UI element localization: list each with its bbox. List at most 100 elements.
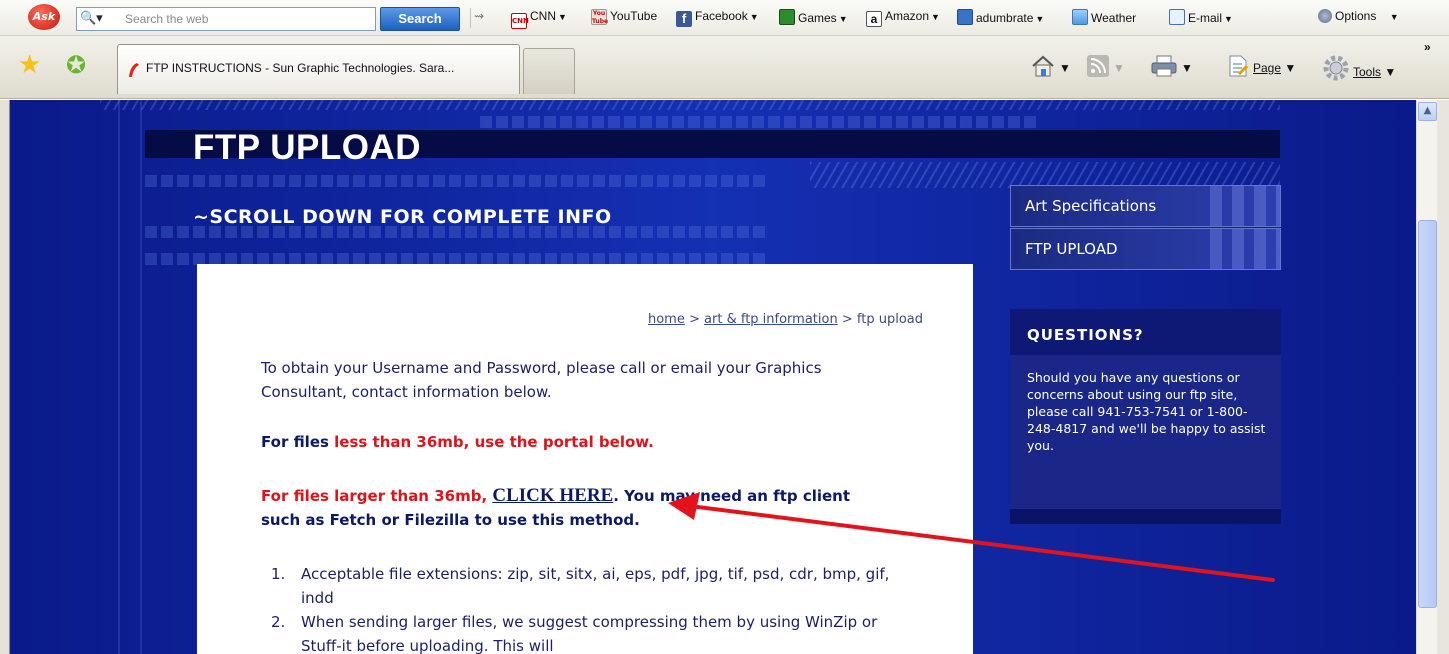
ask-logo-icon[interactable]: Ask xyxy=(28,4,60,30)
site-favicon-icon xyxy=(129,63,139,77)
tools-gear-icon xyxy=(1323,55,1349,81)
quicklink-label: Amazon xyxy=(885,9,930,23)
options-label: Options xyxy=(1335,9,1377,23)
questions-box: QUESTIONS? Should you have any questions… xyxy=(1010,309,1281,524)
nav-item-label: Art Specifications xyxy=(1025,197,1157,215)
content-panel: home > art & ftp information > ftp uploa… xyxy=(197,264,973,654)
quicklink-youtube[interactable]: You Tube YouTube xyxy=(591,9,657,25)
questions-footer xyxy=(1010,509,1281,524)
chevron-down-icon: ▼ xyxy=(1059,61,1071,75)
amazon-icon: a xyxy=(866,11,882,27)
breadcrumb-current: ftp upload xyxy=(856,312,923,327)
home-button[interactable]: ▼ xyxy=(1030,54,1071,78)
nav-item-art-specifications[interactable]: Art Specifications xyxy=(1010,185,1281,227)
chevron-down-icon: ▼ xyxy=(558,12,567,22)
window-frame-left xyxy=(0,100,10,654)
page-menu-label: Page xyxy=(1253,61,1282,75)
decor-stripe xyxy=(480,116,1040,128)
breadcrumb-separator: > xyxy=(841,312,853,327)
youtube-icon: You Tube xyxy=(591,9,609,25)
small-files-note: For files less than 36mb, use the portal… xyxy=(261,430,891,454)
quicklink-label: CNN xyxy=(530,9,556,23)
search-placeholder: Search the web xyxy=(125,12,209,26)
facebook-icon: f xyxy=(676,11,692,27)
breadcrumb-home-link[interactable]: home xyxy=(648,312,685,327)
nav-item-label: FTP UPLOAD xyxy=(1025,240,1118,258)
intro-paragraph: To obtain your Username and Password, pl… xyxy=(261,359,822,401)
breadcrumb-section-link[interactable]: art & ftp information xyxy=(704,312,838,327)
page-title: FTP UPLOAD xyxy=(193,128,421,167)
quicklink-games[interactable]: Games ▼ xyxy=(779,9,848,25)
click-here-link[interactable]: CLICK HERE xyxy=(492,485,613,506)
quicklink-label: Facebook xyxy=(695,9,748,23)
scrollbar-thumb[interactable] xyxy=(1418,220,1437,608)
large-files-lead: For files larger than 36mb, xyxy=(261,487,493,505)
ask-toolbar: Ask 🔍▾ Search the web Search ⇝ CNNCNN ▼ Y… xyxy=(0,0,1449,36)
search-icon[interactable]: 🔍▾ xyxy=(80,11,103,26)
favorites-star-icon[interactable]: ★ xyxy=(18,50,41,80)
chevron-down-icon: ▼ xyxy=(1224,14,1233,24)
quicklink-facebook[interactable]: f Facebook ▼ xyxy=(676,9,759,27)
chevron-down-icon: ▼ xyxy=(1113,61,1125,75)
page-subtitle: ~SCROLL DOWN FOR COMPLETE INFO xyxy=(193,206,612,228)
email-icon xyxy=(1169,9,1185,25)
tab-title: FTP INSTRUCTIONS - Sun Graphic Technolog… xyxy=(146,61,455,75)
weather-icon xyxy=(1072,9,1088,25)
nav-item-ftp-upload[interactable]: FTP UPLOAD xyxy=(1010,228,1281,270)
options-button[interactable]: Options ▼ xyxy=(1318,9,1399,23)
tools-menu-button[interactable]: Tools ▼ xyxy=(1322,54,1396,82)
scroll-up-arrow-icon[interactable]: ▲ xyxy=(1418,102,1437,121)
list-item: 2. When sending larger files, we suggest… xyxy=(261,610,901,654)
search-button[interactable]: Search xyxy=(380,7,460,31)
quicklink-adumbrate[interactable]: adumbrate ▼ xyxy=(957,9,1044,25)
rss-feed-icon xyxy=(1087,55,1109,77)
chevron-down-icon: ▼ xyxy=(838,14,848,24)
search-input[interactable]: 🔍▾ Search the web xyxy=(76,7,376,31)
tab-bar: ★ ✪ FTP INSTRUCTIONS - Sun Graphic Techn… xyxy=(0,36,1449,99)
chevron-down-icon: ▼ xyxy=(1035,14,1045,24)
chevron-down-icon: ▼ xyxy=(1181,61,1193,75)
chevron-right-icon xyxy=(1200,186,1280,226)
chevron-down-icon: ▼ xyxy=(1284,61,1297,75)
quicklink-label: YouTube xyxy=(610,9,658,23)
tab-ftp-instructions[interactable]: FTP INSTRUCTIONS - Sun Graphic Technolog… xyxy=(117,44,520,94)
toolbar-overflow-icon[interactable]: » xyxy=(1424,40,1431,54)
list-item: 1. Acceptable file extensions: zip, sit,… xyxy=(261,562,901,610)
breadcrumb-separator: > xyxy=(688,312,700,327)
quicklink-weather[interactable]: Weather xyxy=(1072,9,1136,25)
quicklink-label: E-mail xyxy=(1188,11,1223,25)
window-frame-right xyxy=(1437,100,1449,654)
print-button[interactable]: ▼ xyxy=(1150,54,1193,78)
list-item-number: 1. xyxy=(271,565,286,583)
large-files-note: For files larger than 36mb, CLICK HERE. … xyxy=(261,484,891,532)
vertical-scrollbar[interactable]: ▲ xyxy=(1416,100,1437,654)
chevron-right-icon xyxy=(1200,229,1280,269)
quicklink-label: Weather xyxy=(1091,11,1137,25)
grip-icon[interactable]: ⇝ xyxy=(474,9,484,23)
feeds-button[interactable]: ▼ xyxy=(1086,54,1125,78)
new-tab-button[interactable] xyxy=(523,48,575,94)
cnn-icon: CNN xyxy=(511,13,529,29)
add-favorite-icon[interactable]: ✪ xyxy=(66,50,86,80)
small-files-lead: For files xyxy=(261,433,335,451)
list-item-text: Acceptable file extensions: zip, sit, si… xyxy=(301,565,890,607)
chevron-down-icon: ▼ xyxy=(1389,12,1399,22)
home-icon xyxy=(1032,55,1054,77)
page-icon xyxy=(1229,55,1249,77)
instructions-list: 1. Acceptable file extensions: zip, sit,… xyxy=(261,562,901,654)
games-icon xyxy=(779,9,795,25)
quicklink-cnn[interactable]: CNNCNN ▼ xyxy=(511,9,567,29)
web-page: FTP UPLOAD ~SCROLL DOWN FOR COMPLETE INF… xyxy=(10,100,1416,654)
quicklink-label: adumbrate xyxy=(976,11,1034,25)
quicklink-label: Games xyxy=(798,11,837,25)
quicklink-email[interactable]: E-mail ▼ xyxy=(1169,9,1233,25)
chevron-down-icon: ▼ xyxy=(749,12,759,22)
chevron-down-icon: ▼ xyxy=(1384,65,1397,79)
adumbrate-icon xyxy=(957,9,973,25)
list-item-text: When sending larger files, we suggest co… xyxy=(301,613,878,654)
printer-icon xyxy=(1151,55,1177,77)
page-menu-button[interactable]: Page ▼ xyxy=(1226,54,1296,78)
quicklink-amazon[interactable]: a Amazon ▼ xyxy=(866,9,940,27)
tools-menu-label: Tools xyxy=(1353,65,1382,79)
decor-pattern xyxy=(100,100,1280,110)
